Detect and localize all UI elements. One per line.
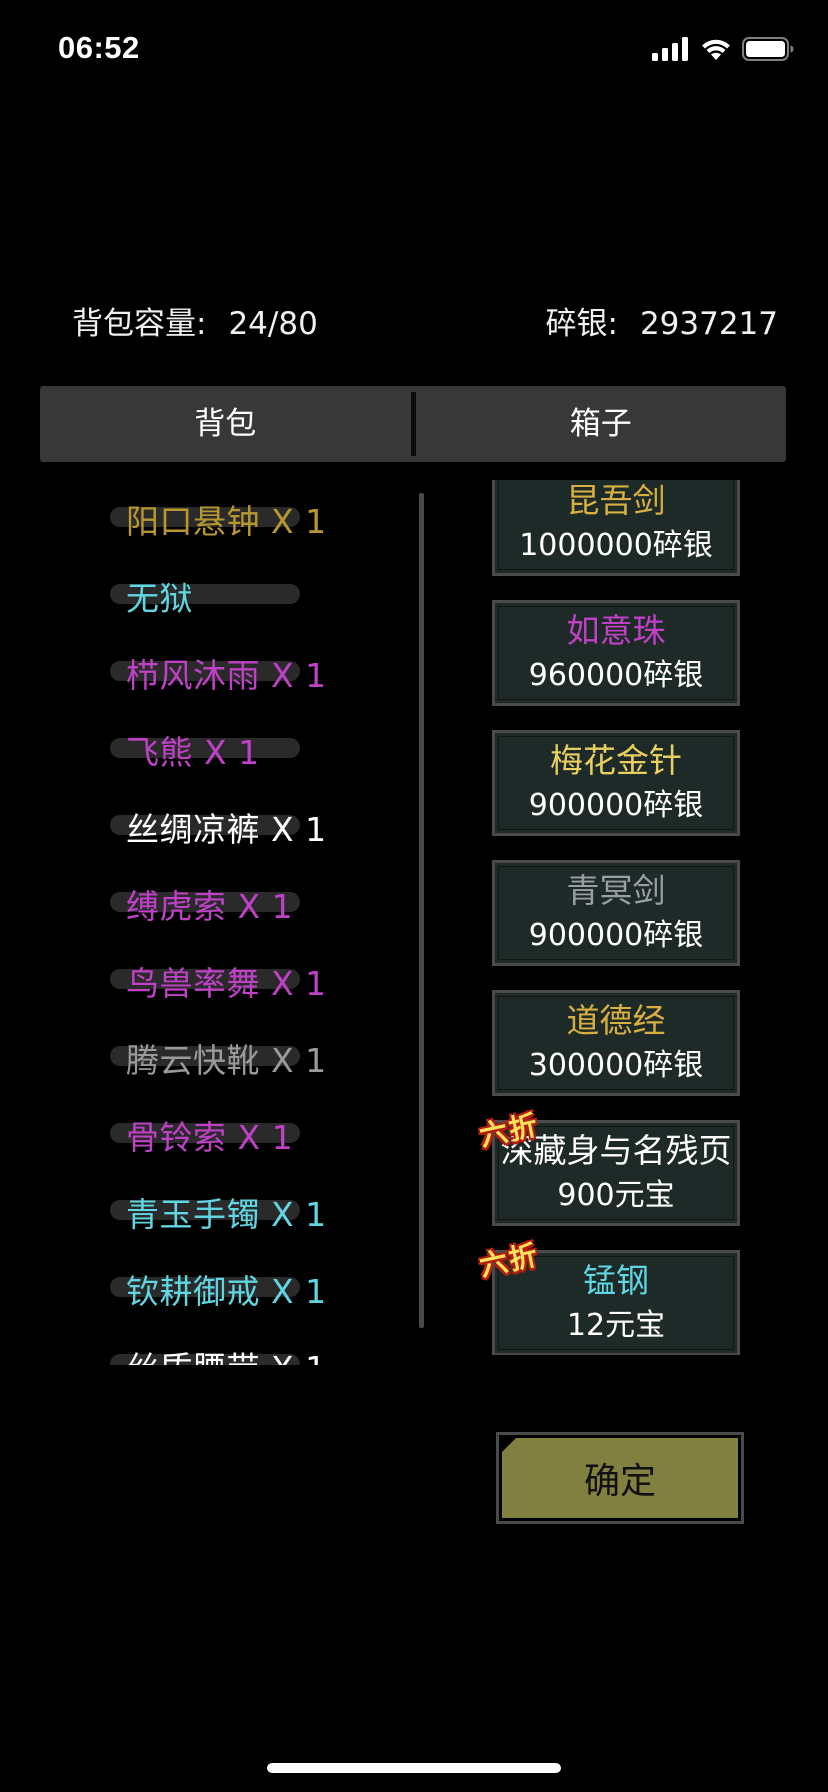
bag-item-label: 无狱 — [126, 578, 193, 618]
shop-item-price: 12元宝 — [566, 1308, 666, 1343]
bag-list-item[interactable]: 丝质腰带 X 1 — [108, 1327, 408, 1365]
shop-item-name: 青冥剑 — [566, 871, 666, 910]
cellular-signal-icon — [652, 37, 688, 61]
shop-item-name: 梅花金针 — [550, 741, 682, 780]
bag-list-item[interactable]: 飞熊 X 1 — [108, 711, 408, 788]
wifi-icon — [702, 39, 730, 60]
bag-item-label: 缚虎索 X 1 — [126, 886, 294, 926]
bag-list-item[interactable]: 钦耕御戒 X 1 — [108, 1250, 408, 1327]
shop-item-name: 昆吾剑 — [566, 481, 666, 520]
bag-item-label: 钦耕御戒 X 1 — [126, 1271, 327, 1311]
shop-item-card[interactable]: 六折 深藏身与名残页 900元宝 — [478, 1108, 740, 1226]
shop-item-card[interactable]: 道德经 300000碎银 — [492, 990, 740, 1096]
shop-item-price: 900000碎银 — [528, 918, 704, 953]
bag-item-label: 青玉手镯 X 1 — [126, 1194, 327, 1234]
status-icons — [652, 36, 794, 62]
silver-value: 2937217 — [639, 306, 778, 342]
bag-item-label: 骨铃索 X 1 — [126, 1117, 294, 1157]
confirm-button[interactable]: 确定 — [496, 1432, 744, 1524]
bag-item-label: 丝质腰带 X 1 — [126, 1342, 327, 1366]
bag-item-label: 飞熊 X 1 — [126, 732, 260, 772]
shop-item-price: 1000000碎银 — [519, 528, 713, 563]
bag-item-label: 阳口悬钟 X 1 — [126, 501, 327, 541]
bag-list-scrollbar[interactable] — [419, 493, 424, 1328]
shop-item-name: 如意珠 — [566, 611, 666, 650]
bag-item-label: 丝绸凉裤 X 1 — [126, 809, 327, 849]
bag-list-item[interactable]: 无狱 — [108, 557, 408, 634]
silver-label: 碎银: — [545, 306, 618, 342]
tab-bag[interactable]: 背包 — [40, 386, 411, 462]
shop-item-card[interactable]: 六折 锰钢 12元宝 — [478, 1238, 740, 1355]
bag-list-item[interactable]: 阳口悬钟 X 1 — [108, 480, 408, 557]
bag-item-label: 腾云快靴 X 1 — [126, 1040, 327, 1080]
home-indicator[interactable] — [267, 1763, 561, 1773]
bag-list-item[interactable]: 鸟兽率舞 X 1 — [108, 942, 408, 1019]
shop-item-price: 300000碎银 — [528, 1048, 704, 1083]
bag-item-list[interactable]: 阳口悬钟 X 1 无狱栉风沐雨 X 1 飞熊 X 1 丝绸凉裤 X 1 缚虎索 X 1 鸟… — [108, 480, 408, 1365]
bag-capacity: 背包容量: 24/80 — [72, 298, 318, 343]
bag-capacity-label: 背包容量: — [72, 306, 207, 342]
silver-balance: 碎银: 2937217 — [545, 298, 778, 343]
bag-item-label: 栉风沐雨 X 1 — [126, 655, 327, 695]
shop-item-card[interactable]: 如意珠 960000碎银 — [492, 600, 740, 706]
confirm-button-face: 确定 — [502, 1438, 738, 1518]
shop-item-price: 900000碎银 — [528, 788, 704, 823]
shop-item-card[interactable]: 梅花金针 900000碎银 — [492, 730, 740, 836]
status-time: 06:52 — [58, 30, 140, 65]
bag-list-item[interactable]: 腾云快靴 X 1 — [108, 1019, 408, 1096]
bag-list-item[interactable]: 栉风沐雨 X 1 — [108, 634, 408, 711]
shop-item-price: 900元宝 — [557, 1178, 675, 1213]
discount-badge: 六折 — [478, 1108, 543, 1153]
battery-icon — [742, 37, 794, 61]
shop-item-card[interactable]: 昆吾剑 1000000碎银 — [492, 480, 740, 576]
bag-list-item[interactable]: 缚虎索 X 1 — [108, 865, 408, 942]
bag-list-item[interactable]: 青玉手镯 X 1 — [108, 1173, 408, 1250]
box-item-list[interactable]: 昆吾剑 1000000碎银 如意珠 960000碎银 梅花金针 900000碎银 青冥剑 90… — [478, 480, 778, 1355]
tab-box[interactable]: 箱子 — [416, 386, 787, 462]
bag-list-item[interactable]: 丝绸凉裤 X 1 — [108, 788, 408, 865]
shop-item-card[interactable]: 青冥剑 900000碎银 — [492, 860, 740, 966]
bag-list-item[interactable]: 骨铃索 X 1 — [108, 1096, 408, 1173]
bag-capacity-value: 24/80 — [228, 306, 318, 342]
bag-item-label: 鸟兽率舞 X 1 — [126, 963, 327, 1003]
confirm-label: 确定 — [583, 1461, 656, 1502]
shop-item-name: 道德经 — [566, 1001, 666, 1040]
shop-item-price: 960000碎银 — [528, 658, 704, 693]
tab-bar: 背包 箱子 — [40, 386, 786, 462]
discount-badge: 六折 — [478, 1238, 543, 1283]
